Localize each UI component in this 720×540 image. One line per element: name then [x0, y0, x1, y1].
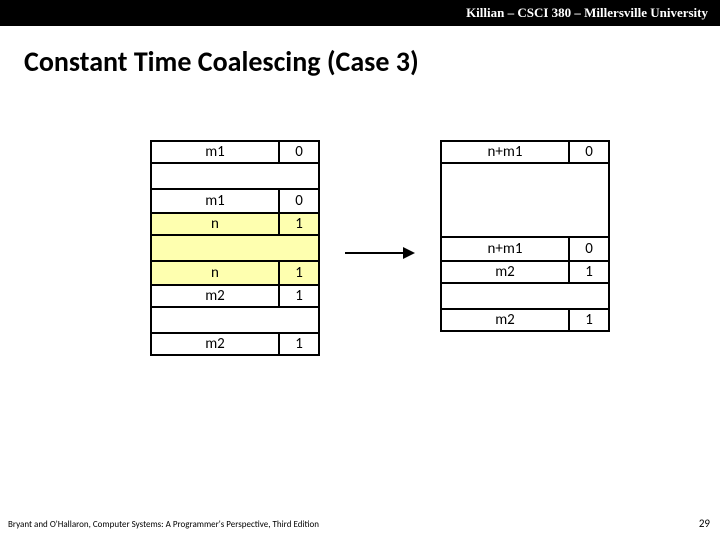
after-column: n+m1 0 n+m1 0 m2 1 m2 1 [440, 140, 610, 332]
size-cell: n+m1 [442, 238, 570, 260]
alloc-cell: 0 [280, 190, 318, 212]
size-cell: m1 [152, 142, 280, 162]
block-footer: n+m1 0 [440, 236, 610, 260]
size-cell: n+m1 [442, 142, 570, 162]
size-cell: m2 [152, 334, 280, 354]
block-header: n 1 [150, 212, 320, 236]
alloc-cell: 1 [570, 262, 608, 282]
size-cell: m2 [442, 262, 570, 282]
block-body [150, 236, 320, 260]
block-body [440, 164, 610, 236]
alloc-cell: 0 [570, 238, 608, 260]
before-column: m1 0 m1 0 n 1 n 1 m2 1 m2 1 [150, 140, 320, 356]
course-header: Killian – CSCI 380 – Millersville Univer… [0, 0, 720, 26]
alloc-cell: 1 [280, 286, 318, 306]
footer-attribution: Bryant and O'Hallaron, Computer Systems:… [8, 519, 319, 530]
block-header: m2 1 [150, 284, 320, 308]
block-header: m2 1 [440, 260, 610, 284]
block-footer: n 1 [150, 260, 320, 284]
block-body [150, 308, 320, 332]
block-header: n+m1 0 [440, 140, 610, 164]
size-cell: m2 [442, 310, 570, 330]
alloc-cell: 1 [280, 214, 318, 234]
block-footer: m2 1 [440, 308, 610, 332]
slide-title: Constant Time Coalescing (Case 3) [0, 26, 720, 79]
page-number: 29 [699, 517, 710, 530]
block-body [440, 284, 610, 308]
block-footer: m1 0 [150, 188, 320, 212]
block-body [150, 164, 320, 188]
alloc-cell: 0 [280, 142, 318, 162]
alloc-cell: 1 [280, 334, 318, 354]
alloc-cell: 0 [570, 142, 608, 162]
arrow-icon [345, 248, 415, 258]
size-cell: m2 [152, 286, 280, 306]
block-header: m1 0 [150, 140, 320, 164]
size-cell: m1 [152, 190, 280, 212]
alloc-cell: 1 [280, 262, 318, 284]
size-cell: n [152, 262, 280, 284]
block-footer: m2 1 [150, 332, 320, 356]
size-cell: n [152, 214, 280, 234]
alloc-cell: 1 [570, 310, 608, 330]
